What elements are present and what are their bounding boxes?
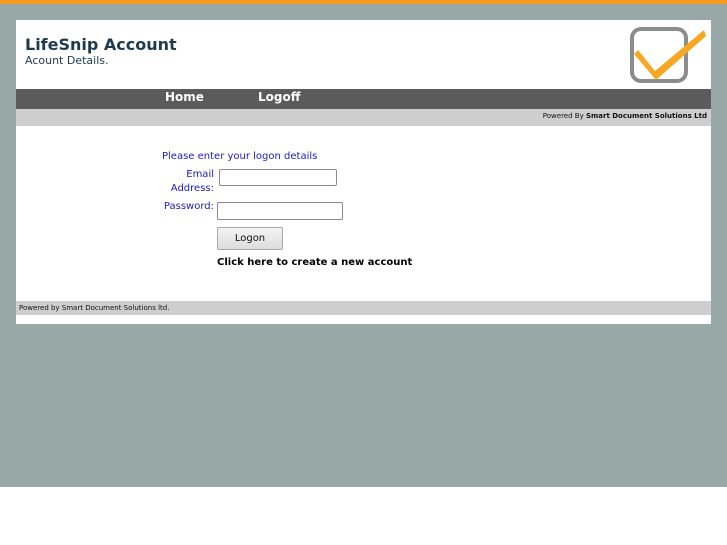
create-account-link[interactable]: Click here to create a new account: [217, 257, 412, 268]
footer-bar: Powered by Smart Document Solutions ltd.: [16, 301, 711, 315]
page-title: LifeSnip Account: [25, 35, 177, 54]
email-label-line2: Address:: [170, 183, 214, 194]
powered-by-prefix: Powered By: [542, 112, 586, 120]
checkbox-check-icon: [630, 27, 706, 83]
nav-logoff-link[interactable]: Logoff: [258, 90, 300, 104]
login-form: Please enter your logon details Email Ad…: [16, 126, 711, 301]
footer-text: Powered by Smart Document Solutions ltd.: [19, 304, 170, 312]
password-label: Password:: [163, 201, 214, 212]
email-input[interactable]: [219, 169, 337, 186]
password-input[interactable]: [217, 202, 343, 220]
powered-by-company: Smart Document Solutions Ltd: [585, 112, 707, 120]
main-container: LifeSnip Account Acount Details. Home Lo…: [16, 20, 711, 324]
email-label-line1: Email: [186, 169, 214, 180]
nav-bar: Home Logoff: [16, 89, 711, 109]
nav-home-link[interactable]: Home: [165, 90, 204, 104]
email-label: Email Address:: [156, 168, 214, 196]
login-prompt: Please enter your logon details: [162, 151, 318, 162]
header: LifeSnip Account Acount Details.: [16, 20, 711, 89]
logon-button[interactable]: Logon: [217, 227, 283, 250]
powered-by-text: Powered By Smart Document Solutions Ltd: [543, 112, 707, 120]
powered-by-bar: Powered By Smart Document Solutions Ltd: [16, 109, 711, 126]
top-accent-strip: [0, 0, 727, 4]
page-subtitle: Acount Details.: [25, 54, 109, 67]
